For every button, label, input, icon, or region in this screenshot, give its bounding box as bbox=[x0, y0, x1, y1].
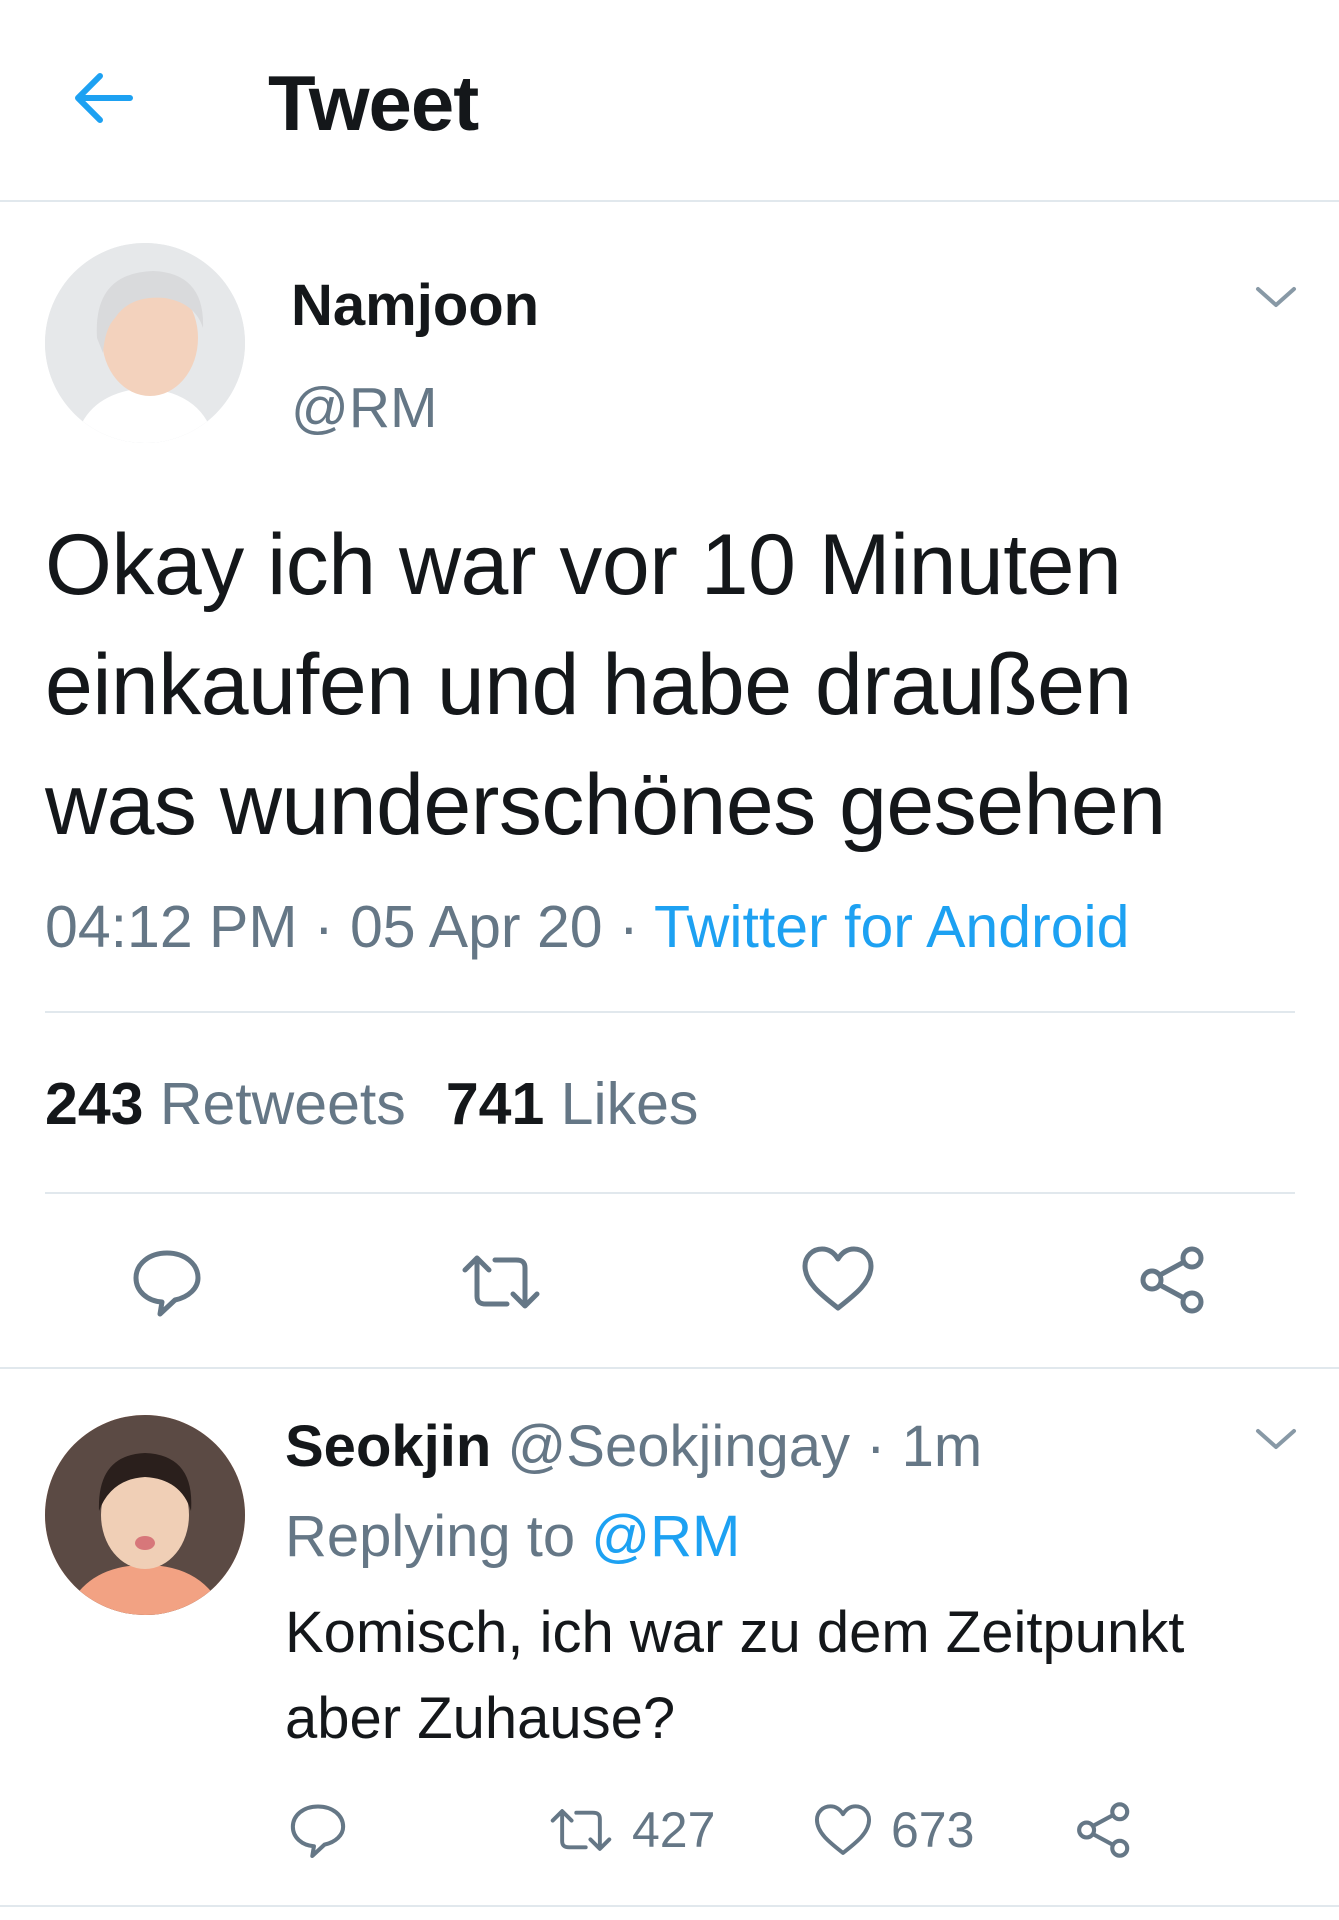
back-button[interactable] bbox=[68, 62, 140, 134]
avatar[interactable] bbox=[45, 1415, 245, 1615]
divider bbox=[45, 1011, 1295, 1013]
retweets-label: Retweets bbox=[159, 1071, 406, 1137]
reply-text: Komisch, ich war zu dem Zeitpunkt aber Z… bbox=[285, 1590, 1325, 1762]
replying-prefix: Replying to bbox=[285, 1504, 592, 1569]
retweet-button[interactable] bbox=[459, 1248, 543, 1321]
author-handle[interactable]: @RM bbox=[291, 375, 438, 441]
divider bbox=[0, 1905, 1339, 1907]
retweet-icon bbox=[462, 1255, 540, 1309]
heart-icon bbox=[802, 1246, 874, 1311]
tweet-text: Okay ich war vor 10 Minuten einkaufen un… bbox=[45, 505, 1305, 865]
likes-stat[interactable]: 741 Likes bbox=[446, 1071, 699, 1137]
reply-button[interactable] bbox=[130, 1245, 204, 1324]
tweet-text-line: einkaufen und habe draußen bbox=[45, 637, 1132, 733]
like-button[interactable] bbox=[800, 1244, 876, 1319]
reply-options-button[interactable] bbox=[1252, 1425, 1300, 1455]
tweet-source-link[interactable]: Twitter for Android bbox=[654, 894, 1130, 960]
chevron-down-icon bbox=[1256, 1429, 1296, 1449]
retweet-icon bbox=[550, 1809, 612, 1851]
reply-text-line: aber Zuhause? bbox=[285, 1686, 676, 1751]
tweet-text-line: Okay ich war vor 10 Minuten bbox=[45, 517, 1122, 613]
chevron-down-icon bbox=[1256, 287, 1296, 307]
comment-icon bbox=[290, 1804, 346, 1858]
avatar[interactable] bbox=[45, 243, 245, 443]
top-bar: Tweet bbox=[0, 0, 1339, 202]
divider bbox=[0, 1367, 1339, 1369]
comment-icon bbox=[133, 1250, 201, 1317]
tweet-meta: 04:12 PM · 05 Apr 20 · Twitter for Andro… bbox=[45, 893, 1129, 961]
meta-separator: · bbox=[297, 894, 350, 960]
replying-to: Replying to @RM bbox=[285, 1503, 740, 1570]
heart-icon bbox=[814, 1804, 872, 1855]
tweet-date: 05 Apr 20 bbox=[349, 894, 603, 960]
share-icon bbox=[1077, 1802, 1130, 1858]
share-icon bbox=[1140, 1246, 1204, 1314]
retweets-stat[interactable]: 243 Retweets bbox=[45, 1071, 406, 1137]
likes-label: Likes bbox=[560, 1071, 699, 1137]
reply-retweet-button[interactable]: 427 bbox=[548, 1800, 715, 1860]
share-button[interactable] bbox=[1138, 1244, 1208, 1321]
reply-comment-button[interactable] bbox=[288, 1800, 348, 1860]
reply-retweet-count: 427 bbox=[632, 1802, 716, 1858]
author-name[interactable]: Namjoon bbox=[291, 272, 539, 339]
likes-count: 741 bbox=[445, 1071, 545, 1137]
tweet-text-line: was wunderschönes gesehen bbox=[45, 757, 1166, 853]
reply-like-button[interactable]: 673 bbox=[813, 1800, 974, 1860]
page-title: Tweet bbox=[268, 59, 479, 147]
reply-author-handle[interactable]: @Seokjingay bbox=[507, 1414, 850, 1479]
reply-time: · 1m bbox=[850, 1414, 983, 1479]
arrow-left-icon bbox=[75, 73, 133, 123]
tweet-time: 04:12 PM bbox=[45, 894, 298, 960]
reply-like-count: 673 bbox=[891, 1802, 975, 1858]
tweet-options-button[interactable] bbox=[1252, 283, 1300, 313]
mention-link[interactable]: @RM bbox=[591, 1504, 740, 1569]
tweet-stats: 243 Retweets 741 Likes bbox=[45, 1070, 698, 1138]
reply-author-name[interactable]: Seokjin bbox=[285, 1414, 491, 1479]
reply-text-line: Komisch, ich war zu dem Zeitpunkt bbox=[285, 1600, 1185, 1665]
divider bbox=[45, 1192, 1295, 1194]
retweets-count: 243 bbox=[45, 1071, 144, 1137]
reply-header: Seokjin @Seokjingay · 1m bbox=[285, 1413, 982, 1480]
profile-photo-icon bbox=[45, 243, 245, 443]
reply-share-button[interactable] bbox=[1075, 1800, 1133, 1860]
profile-photo-icon bbox=[45, 1415, 245, 1615]
meta-separator: · bbox=[602, 894, 654, 960]
